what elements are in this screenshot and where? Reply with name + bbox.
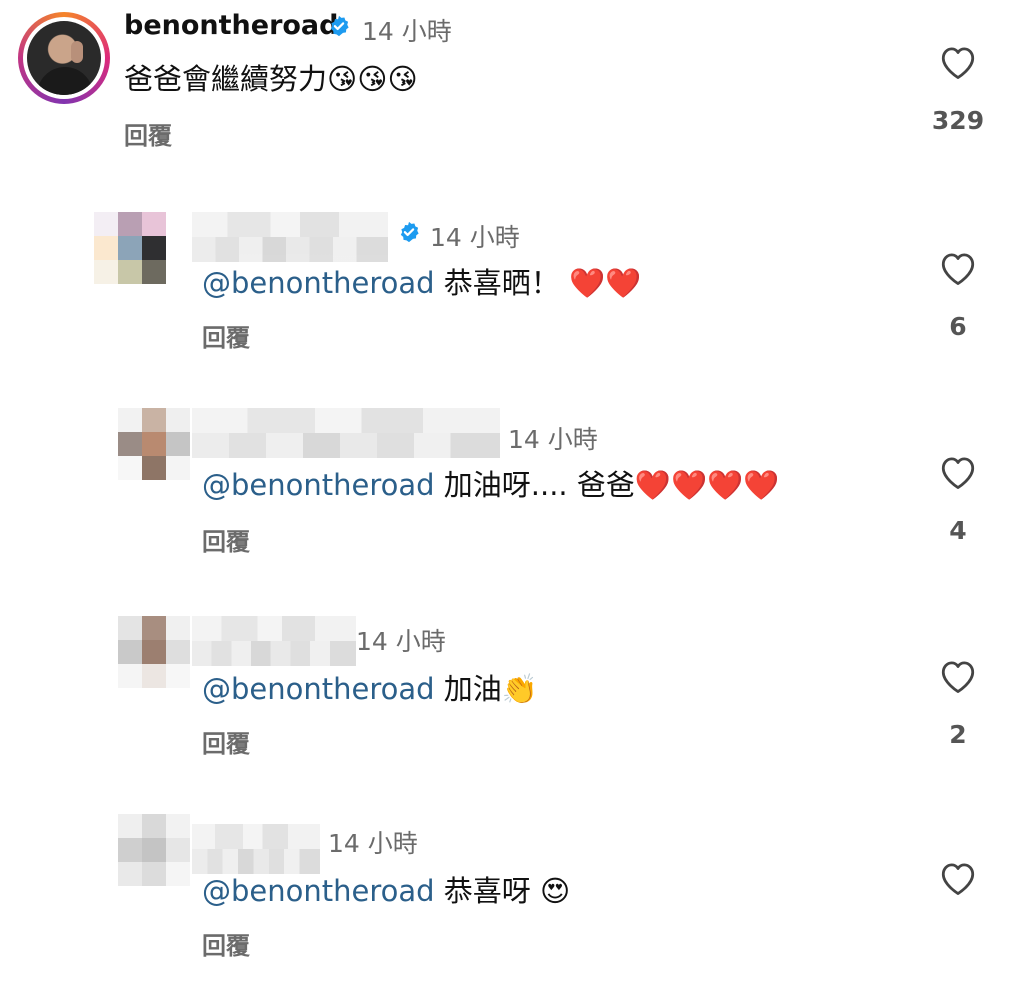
comment-text: @benontheroad 恭喜呀 😍 (202, 874, 571, 908)
avatar[interactable] (118, 616, 190, 688)
heart-outline-icon[interactable] (938, 658, 978, 694)
comment-text: @benontheroad 加油👏 (202, 672, 538, 706)
username-redacted (192, 824, 320, 874)
comment-text: @benontheroad 恭喜晒！ ❤️❤️ (202, 266, 642, 300)
avatar[interactable] (118, 814, 190, 886)
heart-outline-icon[interactable] (938, 454, 978, 490)
comment-time: 14 小時 (328, 829, 418, 858)
comment-text: 爸爸會繼續努力😘😘😘 (124, 62, 418, 96)
comment-time: 14 小時 (508, 425, 598, 454)
reply-button[interactable]: 回覆 (202, 926, 250, 961)
comment-time: 14 小時 (362, 17, 452, 46)
comment-item: benontheroad 14 小時 爸爸會繼續努力😘😘😘 回覆 329 (0, 0, 1024, 170)
mention-link[interactable]: @benontheroad (202, 672, 435, 706)
reply-button[interactable]: 回覆 (124, 116, 172, 151)
verified-badge-icon (400, 221, 419, 243)
avatar[interactable] (94, 212, 166, 284)
reply-button[interactable]: 回覆 (202, 724, 250, 759)
mention-link[interactable]: @benontheroad (202, 874, 435, 908)
comment-username[interactable]: benontheroad (124, 10, 338, 41)
comment-item: 14 小時 @benontheroad 加油呀.... 爸爸❤️❤️❤️❤️ 回… (0, 400, 1024, 570)
mention-link[interactable]: @benontheroad (202, 266, 435, 300)
like-count: 4 (949, 516, 967, 545)
comment-text: @benontheroad 加油呀.... 爸爸❤️❤️❤️❤️ (202, 468, 780, 502)
username-redacted (192, 408, 500, 458)
comment-time: 14 小時 (356, 627, 446, 656)
comment-item: 14 小時 @benontheroad 恭喜呀 😍 回覆 (0, 810, 1024, 990)
comment-time: 14 小時 (430, 223, 520, 252)
avatar[interactable] (18, 12, 110, 104)
reply-button[interactable]: 回覆 (202, 318, 250, 353)
like-count: 2 (949, 720, 967, 749)
heart-outline-icon[interactable] (938, 860, 978, 896)
reply-button[interactable]: 回覆 (202, 522, 250, 557)
verified-badge-icon (330, 15, 349, 37)
username-redacted (192, 616, 356, 666)
username-redacted (192, 212, 388, 262)
like-count: 329 (931, 106, 985, 135)
comment-item: 14 小時 @benontheroad 恭喜晒！ ❤️❤️ 回覆 6 (0, 200, 1024, 360)
comment-item: 14 小時 @benontheroad 加油👏 回覆 2 (0, 606, 1024, 776)
avatar[interactable] (118, 408, 190, 480)
heart-outline-icon[interactable] (938, 44, 978, 80)
like-count: 6 (949, 312, 967, 341)
heart-outline-icon[interactable] (938, 250, 978, 286)
mention-link[interactable]: @benontheroad (202, 468, 435, 502)
